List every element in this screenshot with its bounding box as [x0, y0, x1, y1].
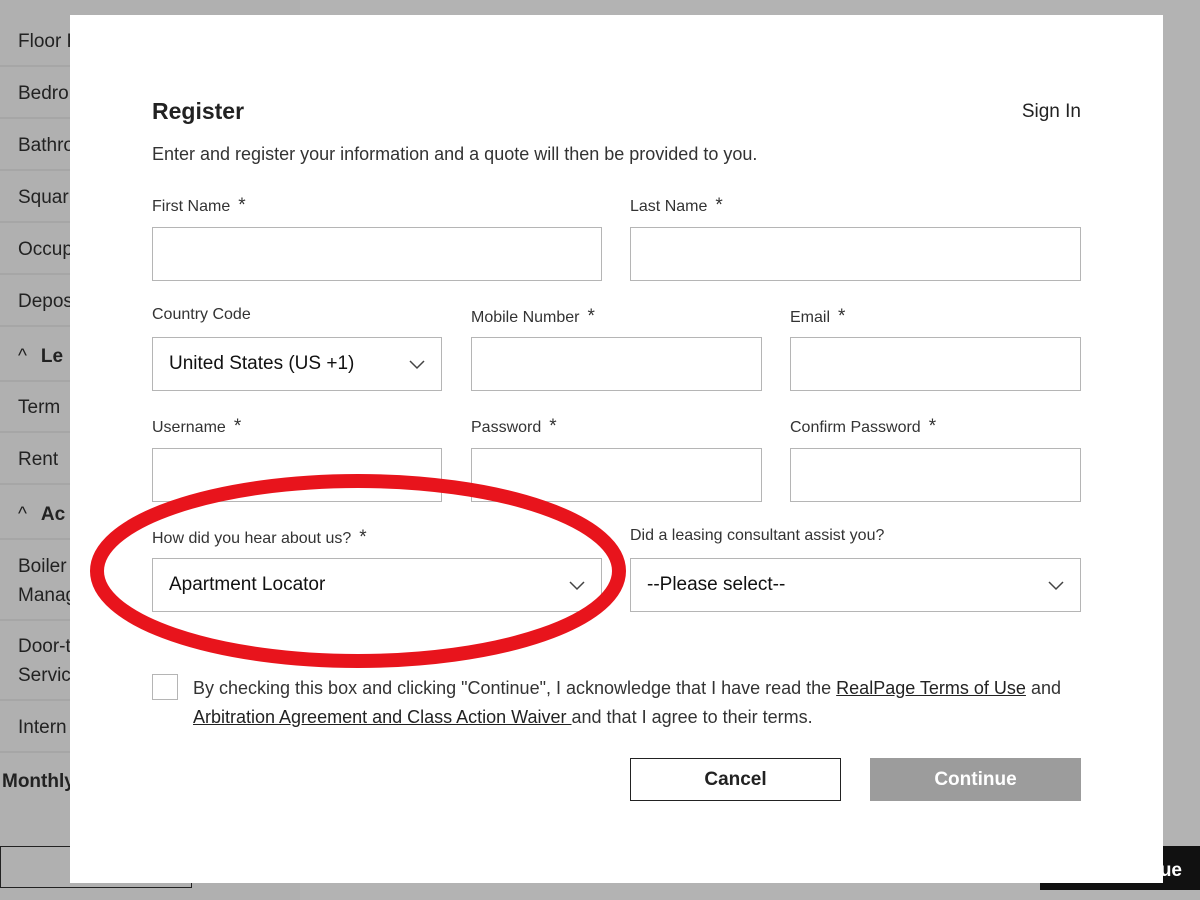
bg-item-bedrooms: Bedro: [18, 83, 69, 104]
required-marker: *: [233, 416, 242, 437]
modal-subtitle: Enter and register your information and …: [152, 144, 758, 164]
cancel-button[interactable]: Cancel: [630, 758, 841, 801]
bg-monthly-label: Monthly: [2, 771, 75, 792]
register-modal: Register Sign In Enter and register your…: [70, 15, 1163, 883]
confirm-password-label: Confirm Password *: [790, 416, 937, 437]
bg-item-internet: Intern: [18, 717, 67, 738]
terms-of-use-link[interactable]: RealPage Terms of Use: [836, 678, 1026, 698]
chevron-up-icon: ^: [18, 504, 27, 525]
consent-checkbox[interactable]: [152, 674, 178, 700]
required-marker: *: [928, 416, 937, 437]
mobile-number-input[interactable]: [471, 337, 762, 391]
bg-section-lease: ^ Le: [18, 346, 64, 367]
required-marker: *: [549, 416, 557, 437]
hear-about-select[interactable]: Apartment Locator: [152, 558, 602, 612]
bg-item-boiler: Boiler: [18, 556, 67, 577]
bg-item-deposit: Depos: [18, 291, 73, 312]
bg-item-door-to-door: Door-t: [18, 636, 71, 657]
bg-item-bathrooms: Bathro: [18, 135, 74, 156]
password-input[interactable]: [471, 448, 762, 502]
bg-item-rent: Rent: [18, 449, 59, 470]
required-marker: *: [587, 306, 595, 327]
leasing-consultant-select[interactable]: --Please select--: [630, 558, 1081, 612]
email-label: Email *: [790, 306, 846, 327]
country-code-value: United States (US +1): [169, 353, 355, 374]
country-code-label: Country Code: [152, 306, 251, 323]
password-label: Password *: [471, 416, 557, 437]
bg-section-addons: ^ Ac: [18, 504, 66, 525]
continue-button[interactable]: Continue: [870, 758, 1081, 801]
required-marker: *: [838, 306, 846, 327]
consent-text: By checking this box and clicking "Conti…: [193, 678, 1061, 727]
hear-about-value: Apartment Locator: [169, 574, 326, 595]
bg-item-management: Manag: [18, 585, 77, 606]
username-label: Username *: [152, 416, 242, 437]
country-code-select[interactable]: United States (US +1): [152, 337, 442, 391]
first-name-input[interactable]: [152, 227, 602, 281]
leasing-consultant-value: --Please select--: [647, 574, 786, 595]
bg-item-service: Servic: [18, 665, 71, 686]
mobile-number-label: Mobile Number *: [471, 306, 595, 327]
arbitration-agreement-link[interactable]: Arbitration Agreement and Class Action W…: [193, 707, 572, 727]
modal-title: Register: [152, 98, 245, 124]
chevron-down-icon: [409, 360, 425, 370]
chevron-up-icon: ^: [18, 346, 27, 367]
bg-item-term: Term: [18, 397, 61, 418]
first-name-label: First Name *: [152, 195, 246, 216]
username-input[interactable]: [152, 448, 442, 502]
chevron-down-icon: [569, 581, 585, 591]
bg-item-occupancy: Occup: [18, 239, 73, 260]
confirm-password-input[interactable]: [790, 448, 1081, 502]
last-name-input[interactable]: [630, 227, 1081, 281]
required-marker: *: [715, 195, 723, 216]
bg-item-square-feet: Squar: [18, 187, 69, 208]
last-name-label: Last Name *: [630, 195, 723, 216]
sign-in-link[interactable]: Sign In: [1022, 101, 1081, 123]
chevron-down-icon: [1048, 581, 1064, 591]
required-marker: *: [359, 527, 367, 548]
hear-about-label: How did you hear about us? *: [152, 527, 367, 548]
required-marker: *: [238, 195, 246, 216]
email-input[interactable]: [790, 337, 1081, 391]
leasing-consultant-label: Did a leasing consultant assist you?: [630, 527, 885, 544]
